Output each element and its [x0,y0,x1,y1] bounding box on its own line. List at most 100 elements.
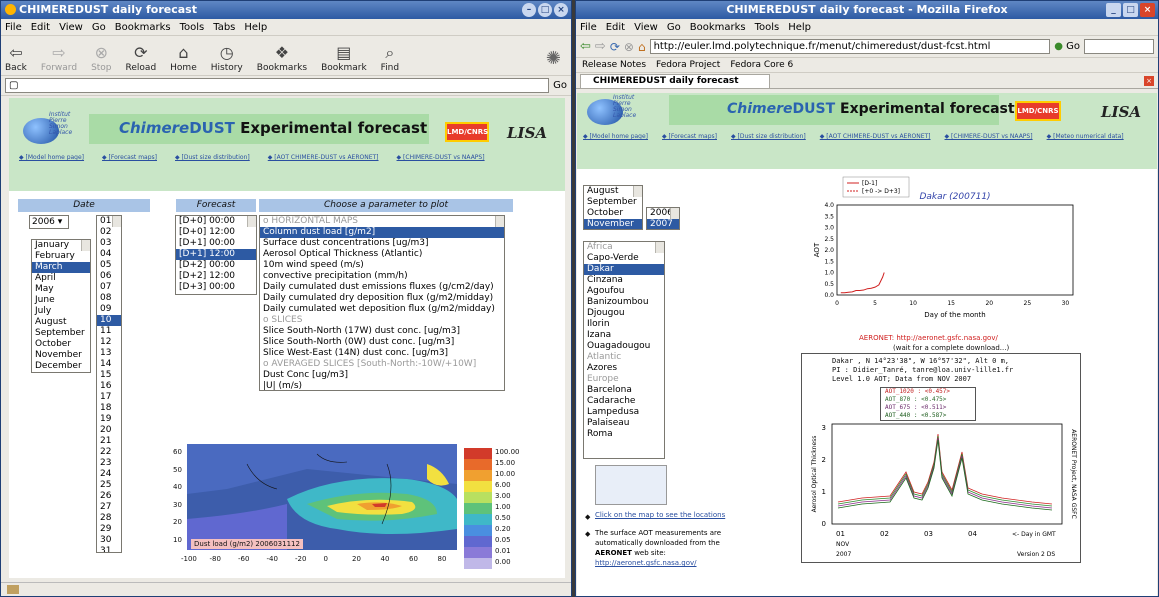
day-option[interactable]: 30 [97,535,121,546]
day-option[interactable]: 20 [97,425,121,436]
home-icon[interactable]: ⌂ [638,40,646,54]
month-option[interactable]: April [32,273,90,284]
scrollbar[interactable] [112,216,121,227]
month-option[interactable]: June [32,295,90,306]
maximize-icon[interactable]: □ [1123,3,1138,17]
parameter-option[interactable]: o HORIZONTAL MAPS [260,216,504,227]
day-option[interactable]: 26 [97,491,121,502]
station-option[interactable]: Lampedusa [584,407,664,418]
aeronet-url-link[interactable]: http://aeronet.gsfc.nasa.gov/ [595,559,697,567]
day-option[interactable]: 22 [97,447,121,458]
link-naaps[interactable]: ◆ [CHIMERE-DUST vs NAAPS] [397,154,485,161]
menu-help[interactable]: Help [244,19,267,35]
minimize-icon[interactable]: – [522,3,536,17]
home-button[interactable]: ⌂ Home [170,43,197,73]
station-option[interactable]: Azores [584,363,664,374]
find-button[interactable]: ⌕ Find [381,43,399,73]
station-option[interactable]: Banizoumbou [584,297,664,308]
url-input[interactable]: http://euler.lmd.polytechnique.fr/menut/… [649,39,1051,54]
month-option[interactable]: February [32,251,90,262]
day-option[interactable]: 12 [97,337,121,348]
month-option[interactable]: May [32,284,90,295]
menu-view[interactable]: View [634,19,658,35]
day-option[interactable]: 13 [97,348,121,359]
day-option[interactable]: 11 [97,326,121,337]
forecast-list[interactable]: [D+0] 00:00 [D+0] 12:00 [D+1] 00:00 [D+1] 1… [175,215,257,295]
minimize-icon[interactable]: _ [1106,3,1121,17]
menu-tabs[interactable]: Tabs [213,19,235,35]
reload-button[interactable]: ⟳ Reload [126,43,157,73]
station-option[interactable]: Izana [584,330,664,341]
day-option[interactable]: 18 [97,403,121,414]
menu-edit[interactable]: Edit [31,19,50,35]
left-go-button[interactable]: Go [553,80,567,91]
bookmark-link[interactable]: Release Notes [582,60,646,70]
menu-go[interactable]: Go [667,19,681,35]
month-list[interactable]: August September October November [583,185,643,230]
history-button[interactable]: ◷ History [211,43,243,73]
month-option[interactable]: August [32,317,90,328]
scrollbar[interactable] [633,186,642,197]
parameter-option[interactable]: Daily cumulated dust emissions fluxes (g… [260,282,504,293]
month-option[interactable]: July [32,306,90,317]
forecast-option[interactable]: [D+0] 12:00 [176,227,256,238]
menu-tools[interactable]: Tools [755,19,780,35]
station-option[interactable]: Dakar [584,264,664,275]
close-icon[interactable]: × [554,3,568,17]
day-option[interactable]: 02 [97,227,121,238]
forecast-option[interactable]: [D+2] 00:00 [176,260,256,271]
day-option[interactable]: 28 [97,513,121,524]
parameter-option[interactable]: o SLICES [260,315,504,326]
station-option[interactable]: Capo-Verde [584,253,664,264]
left-url-input[interactable]: ▢ [5,78,550,93]
scrollbar[interactable] [670,208,679,219]
bookmark-link[interactable]: Fedora Core 6 [730,60,793,70]
forecast-option[interactable]: [D+3] 00:00 [176,282,256,293]
day-option[interactable]: 03 [97,238,121,249]
parameter-option[interactable]: Slice West-East (14N) dust conc. [ug/m3] [260,348,504,359]
month-option[interactable]: March [32,262,90,273]
day-option[interactable]: 15 [97,370,121,381]
day-option[interactable]: 23 [97,458,121,469]
day-option[interactable]: 21 [97,436,121,447]
menu-edit[interactable]: Edit [606,19,625,35]
parameter-option[interactable]: o AVERAGED SLICES [South-North:-10W/+10W… [260,359,504,370]
nav-link[interactable]: ◆ [Forecast maps] [662,133,717,140]
link-forecast-maps[interactable]: ◆ [Forecast maps] [102,154,157,161]
day-option[interactable]: 24 [97,469,121,480]
parameter-option[interactable]: Column dust load [g/m2] [260,227,504,238]
map-locations-link[interactable]: Click on the map to see the locations [595,511,725,519]
parameter-option[interactable]: Surface dust concentrations [ug/m3] [260,238,504,249]
station-option[interactable]: Barcelona [584,385,664,396]
bookmarks-button[interactable]: ❖ Bookmarks [257,43,307,73]
parameter-option[interactable]: Daily cumulated dry deposition flux (g/m… [260,293,504,304]
station-option[interactable]: Djougou [584,308,664,319]
scrollbar[interactable] [81,240,90,251]
search-input[interactable] [1084,39,1154,54]
station-option[interactable]: Cinzana [584,275,664,286]
go-button[interactable]: ● Go [1054,41,1080,52]
year-list[interactable]: 2006 2007 [646,207,680,230]
station-option[interactable]: Africa [584,242,664,253]
menu-tools[interactable]: Tools [180,19,205,35]
station-list[interactable]: Africa Capo-Verde Dakar Cinzana Agoufou Baniz… [583,241,665,459]
day-option[interactable]: 09 [97,304,121,315]
forecast-option[interactable]: [D+1] 00:00 [176,238,256,249]
parameter-option[interactable]: Dust Conc [ug/m3] [260,370,504,381]
parameter-option[interactable]: Daily cumulated wet deposition flux (g/m… [260,304,504,315]
bookmark-link[interactable]: Fedora Project [656,60,720,70]
forward-arrow-icon[interactable]: ⇨ [595,39,606,54]
close-icon[interactable]: × [1140,3,1155,17]
day-option[interactable]: 19 [97,414,121,425]
menu-go[interactable]: Go [92,19,106,35]
month-list[interactable]: January February March April May June July Augu… [31,239,91,373]
month-option[interactable]: September [32,328,90,339]
day-option[interactable]: 14 [97,359,121,370]
parameter-option[interactable]: Slice South-North (0W) dust conc. [ug/m3… [260,337,504,348]
nav-link[interactable]: ◆ [Dust size distribution] [731,133,806,140]
day-option[interactable]: 29 [97,524,121,535]
day-option[interactable]: 17 [97,392,121,403]
scrollbar[interactable] [247,216,256,227]
close-tab-icon[interactable]: × [1144,76,1154,86]
day-option[interactable]: 25 [97,480,121,491]
